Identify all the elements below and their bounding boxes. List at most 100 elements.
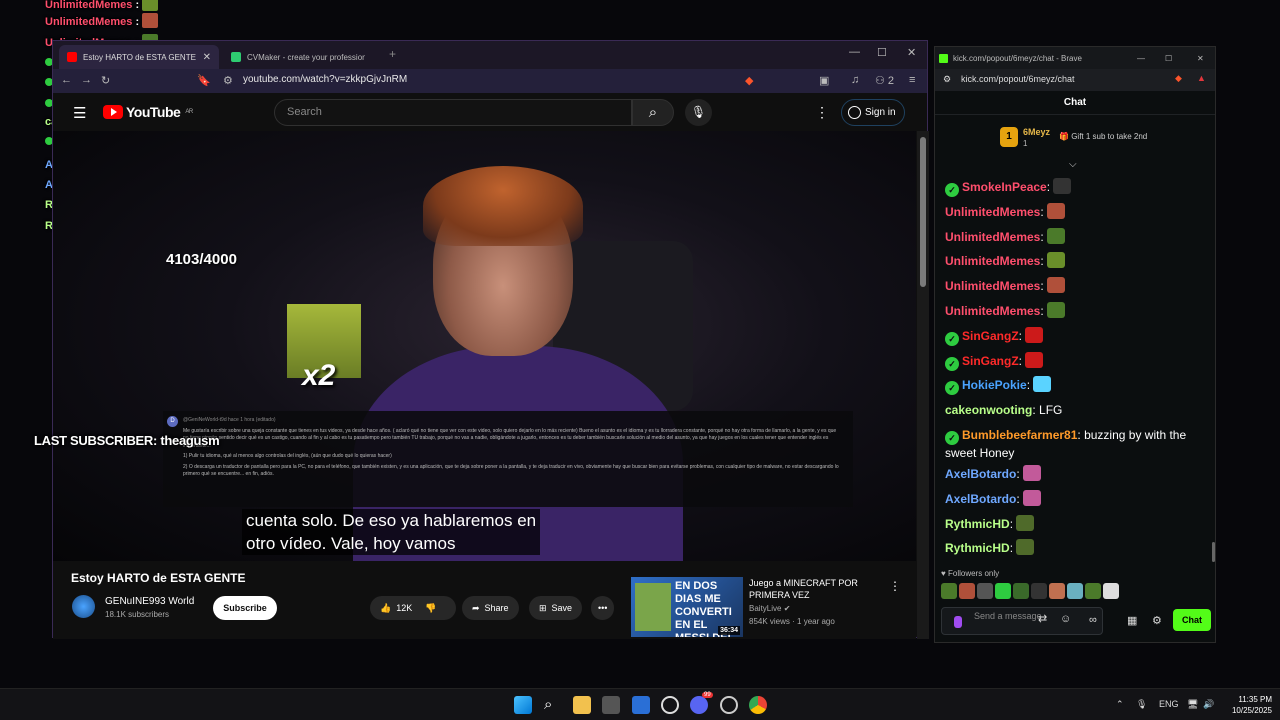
emote-button[interactable] bbox=[995, 583, 1011, 599]
menu-icon[interactable]: ≡ bbox=[909, 74, 915, 86]
like-count[interactable]: 12K bbox=[396, 603, 412, 613]
page-scrollbar[interactable] bbox=[917, 131, 929, 639]
tab-youtube[interactable]: Estoy HARTO de ESTA GENTE ✕ bbox=[59, 45, 219, 69]
forward-icon[interactable]: → bbox=[81, 74, 92, 86]
network-icon[interactable]: 🖥 bbox=[1187, 699, 1198, 710]
recommended-channel[interactable]: BaityLive ✔ bbox=[749, 604, 790, 613]
site-info-icon[interactable]: ⚙ bbox=[943, 74, 951, 85]
emote-button[interactable] bbox=[1049, 583, 1065, 599]
minimize-icon[interactable]: — bbox=[1137, 54, 1145, 63]
chat-username[interactable]: UnlimitedMemes bbox=[945, 279, 1040, 293]
share-button[interactable]: ➦ Share bbox=[462, 596, 519, 620]
language-indicator[interactable]: ENG bbox=[1159, 699, 1179, 709]
bookmark-icon[interactable]: 🔖 bbox=[197, 74, 211, 87]
discord-icon[interactable] bbox=[690, 696, 708, 714]
emote-button[interactable] bbox=[1103, 583, 1119, 599]
chat-username[interactable]: RythmicHD bbox=[945, 517, 1010, 531]
site-info-icon[interactable]: ⚙ bbox=[223, 74, 233, 87]
brave-shield-icon[interactable]: ◆ bbox=[1175, 73, 1182, 84]
extensions-icon[interactable]: ⚇ 2 bbox=[875, 74, 894, 87]
reload-icon[interactable]: ↻ bbox=[101, 74, 110, 87]
youtube-logo[interactable]: YouTube AR bbox=[103, 104, 193, 120]
infinity-icon[interactable]: ∞ bbox=[1089, 614, 1097, 626]
search-input[interactable]: Search bbox=[274, 99, 632, 126]
search-icon[interactable]: ⌕ bbox=[544, 696, 562, 714]
minimize-icon[interactable]: — bbox=[849, 46, 860, 58]
maximize-icon[interactable]: ☐ bbox=[877, 46, 887, 59]
obs-icon[interactable] bbox=[632, 696, 650, 714]
emoji-icon[interactable]: ☺ bbox=[1060, 614, 1071, 625]
maximize-icon[interactable]: ☐ bbox=[1165, 54, 1172, 63]
chat-username[interactable]: HokiePokie bbox=[962, 378, 1027, 392]
save-button[interactable]: ⊞ Save bbox=[529, 596, 583, 620]
brave-rewards-icon[interactable]: ▲ bbox=[1197, 73, 1206, 83]
emote-button[interactable] bbox=[1067, 583, 1083, 599]
settings-dots-icon[interactable]: ⋮ bbox=[815, 104, 829, 121]
close-window-icon[interactable]: ✕ bbox=[1197, 54, 1204, 63]
tray-chevron-icon[interactable]: ⌃ bbox=[1116, 699, 1124, 710]
chat-username[interactable]: RythmicHD bbox=[945, 541, 1010, 555]
video-player[interactable]: x2 D @GeniNeWorld-t9d hace 1 hora (edita… bbox=[53, 131, 916, 561]
close-window-icon[interactable]: ✕ bbox=[907, 46, 916, 59]
search-button[interactable]: ⌕ bbox=[632, 99, 674, 126]
chat-username[interactable]: cakeonwooting bbox=[945, 403, 1032, 417]
emote-button[interactable] bbox=[941, 583, 957, 599]
recommended-title[interactable]: Juego a MINECRAFT POR PRIMERA VEZ bbox=[749, 577, 879, 601]
chat-username[interactable]: UnlimitedMemes bbox=[945, 230, 1040, 244]
channel-avatar[interactable] bbox=[72, 595, 95, 618]
chat-username[interactable]: UnlimitedMemes bbox=[945, 304, 1040, 318]
kick-url[interactable]: kick.com/popout/6meyz/chat bbox=[961, 74, 1075, 84]
dislike-icon[interactable]: 👎 bbox=[425, 603, 436, 614]
tab-cvmaker[interactable]: CVMaker - create your professional bbox=[223, 45, 373, 69]
file-explorer-icon[interactable] bbox=[573, 696, 591, 714]
url-field[interactable]: youtube.com/watch?v=zkkpGjvJnRM bbox=[243, 74, 407, 85]
brave-shield-icon[interactable]: ◆ bbox=[745, 74, 753, 87]
hamburger-menu-icon[interactable]: ☰ bbox=[73, 104, 86, 122]
scrollbar-thumb[interactable] bbox=[920, 137, 926, 287]
emote-button[interactable] bbox=[1031, 583, 1047, 599]
back-icon[interactable]: ← bbox=[61, 74, 72, 86]
clock[interactable]: 11:35 PM 10/25/2025 bbox=[1222, 694, 1272, 716]
subscribe-button[interactable]: Subscribe bbox=[213, 596, 277, 620]
app-icon[interactable] bbox=[720, 696, 738, 714]
gift-icon[interactable]: ▦ bbox=[1127, 614, 1137, 627]
gear-icon[interactable]: ⚙ bbox=[1152, 614, 1162, 627]
send-chat-button[interactable]: Chat bbox=[1173, 609, 1211, 631]
close-tab-icon[interactable]: ✕ bbox=[203, 52, 211, 63]
emote-button[interactable] bbox=[1085, 583, 1101, 599]
chat-username[interactable]: AxelBotardo bbox=[945, 467, 1016, 481]
chat-username[interactable]: UnlimitedMemes bbox=[945, 205, 1040, 219]
recommended-menu-icon[interactable]: ⋮ bbox=[889, 579, 901, 593]
sign-in-button[interactable]: Sign in bbox=[841, 99, 905, 126]
chat-username[interactable]: AxelBotardo bbox=[945, 492, 1016, 506]
like-icon[interactable]: 👍 bbox=[380, 603, 391, 614]
voice-search-button[interactable]: 🎙 bbox=[685, 99, 712, 126]
kick-address-bar[interactable]: ⚙ kick.com/popout/6meyz/chat ◆ ▲ bbox=[935, 69, 1215, 91]
chrome-icon[interactable] bbox=[749, 696, 767, 714]
chat-scrollbar[interactable] bbox=[1212, 542, 1215, 562]
top-gifter-name[interactable]: 6Meyz bbox=[1023, 127, 1050, 137]
gift-sub-prompt[interactable]: 🎁 Gift 1 sub to take 2nd bbox=[1059, 132, 1147, 141]
mic-tray-icon[interactable]: 🎙 bbox=[1136, 699, 1147, 710]
chat-username[interactable]: SinGangZ bbox=[962, 329, 1019, 343]
start-icon[interactable] bbox=[514, 696, 532, 714]
emote-button[interactable] bbox=[1013, 583, 1029, 599]
media-icon[interactable]: ♫ bbox=[851, 74, 859, 86]
chat-username[interactable]: Bumblebeefarmer81 bbox=[962, 428, 1077, 442]
emote-button[interactable] bbox=[977, 583, 993, 599]
recommended-thumbnail[interactable]: EN DOS DIAS ME CONVERTI EN EL MESSI DEL … bbox=[631, 577, 743, 637]
more-actions-button[interactable]: ••• bbox=[591, 596, 615, 620]
reader-icon[interactable]: ▣ bbox=[819, 74, 829, 87]
emote-button[interactable] bbox=[959, 583, 975, 599]
volume-icon[interactable]: 🔊 bbox=[1203, 699, 1214, 710]
chat-username[interactable]: SinGangZ bbox=[962, 354, 1019, 368]
collapse-icon[interactable]: ⌵ bbox=[1069, 159, 1077, 170]
chat-message-input[interactable]: Send a message ⇄ ☺ bbox=[941, 607, 1103, 635]
channel-name[interactable]: GENuINE993 World bbox=[105, 596, 194, 607]
store-icon[interactable] bbox=[602, 696, 620, 714]
new-tab-icon[interactable]: + bbox=[389, 47, 396, 61]
steam-icon[interactable] bbox=[661, 696, 679, 714]
translate-icon[interactable]: ⇄ bbox=[1038, 614, 1047, 625]
chat-username[interactable]: SmokeInPeace bbox=[962, 180, 1047, 194]
chat-username[interactable]: UnlimitedMemes bbox=[945, 254, 1040, 268]
